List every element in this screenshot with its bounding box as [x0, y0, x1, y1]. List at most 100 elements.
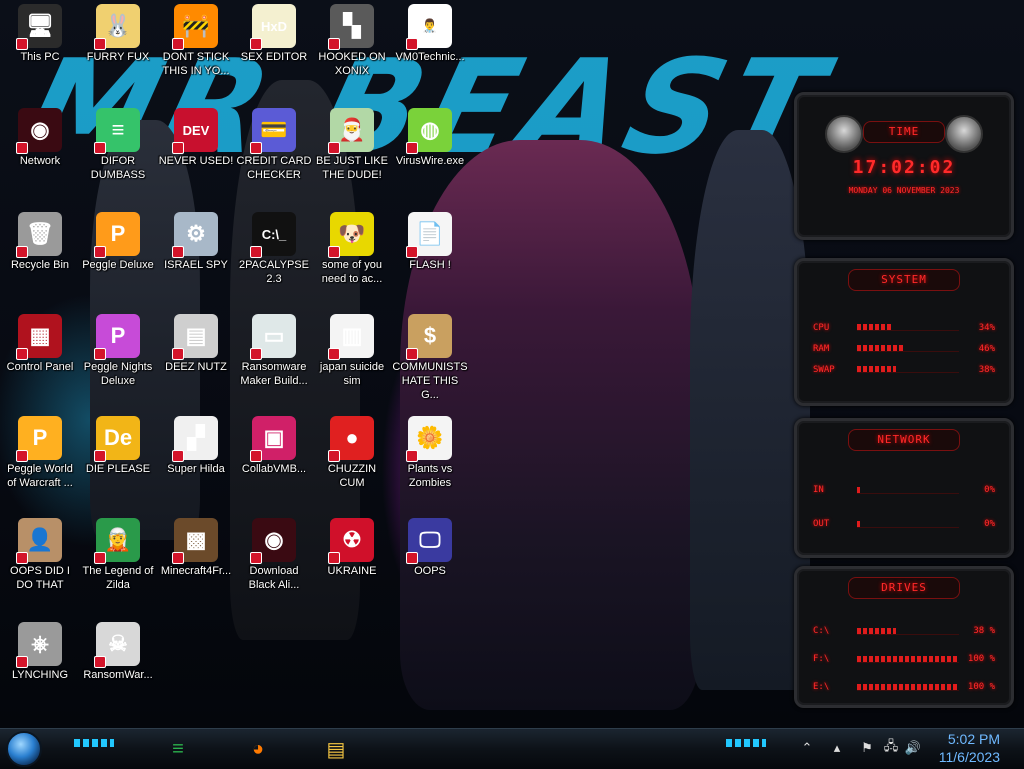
meter-value: 34% [978, 322, 995, 333]
desktop-icon[interactable]: ◉ Network [0, 104, 80, 204]
uac-shield-icon [94, 450, 106, 462]
desktop-icon-label: This PC [20, 51, 60, 63]
desktop-icon-image: C:\_ [250, 212, 296, 258]
uac-shield-icon [328, 142, 340, 154]
start-button[interactable] [6, 731, 42, 767]
taskbar-app-explorer-icon[interactable]: ▤ [318, 732, 354, 766]
desktop-icon-label: LYNCHING [11, 669, 69, 681]
desktop-icon[interactable]: P Peggle Deluxe [78, 208, 158, 308]
desktop-icon[interactable]: 🐰 FURRY FUX [78, 0, 158, 100]
meter-bar [857, 520, 959, 528]
desktop-icon[interactable]: $ COMMUNISTS HATE THIS G... [390, 310, 470, 410]
desktop-icon[interactable]: DEV NEVER USED! [156, 104, 236, 204]
gadget-meter-row: C:\ 38 % [813, 617, 995, 645]
uac-shield-icon [250, 142, 262, 154]
tray-app-tray-icon[interactable]: ▴ [828, 739, 846, 757]
desktop[interactable]: MR BEAST 🖥 This PC 🐰 FURRY FUX 🚧 DONT STICK T… [0, 0, 1024, 728]
desktop-icon-image: P [94, 212, 140, 258]
desktop-icon[interactable]: 👤 OOPS DID I DO THAT [0, 514, 80, 614]
desktop-icon[interactable]: De DIE PLEASE [78, 412, 158, 512]
desktop-icon[interactable]: 📄 FLASH ! [390, 208, 470, 308]
desktop-icon[interactable]: ▭ Ransomware Maker Build... [234, 310, 314, 410]
desktop-icon[interactable]: 🎅 BE JUST LIKE THE DUDE! [312, 104, 392, 204]
desktop-icon[interactable]: ▩ Minecraft4Fr... [156, 514, 236, 614]
meter-value: 46% [978, 343, 995, 354]
meter-value: 0% [984, 519, 995, 529]
uac-shield-icon [250, 38, 262, 50]
taskbar-app-firefox-icon[interactable]: ◕ [240, 732, 276, 766]
gadget-meter-row: CPU 34% [813, 317, 995, 338]
gadget-network-title: NETWORK [848, 429, 960, 451]
taskbar-deco-right [726, 739, 766, 747]
desktop-icon-label: OOPS DID I DO THAT [10, 565, 70, 591]
uac-shield-icon [16, 552, 28, 564]
desktop-icon-label: CollabVMB... [241, 463, 307, 475]
desktop-icon[interactable]: 🗑 Recycle Bin [0, 208, 80, 308]
meter-value: 38% [978, 364, 995, 375]
desktop-icon[interactable]: P Peggle World of Warcraft ... [0, 412, 80, 512]
uac-shield-icon [16, 450, 28, 462]
uac-shield-icon [94, 142, 106, 154]
desktop-icon-image: 📄 [406, 212, 452, 258]
taskbar-app-feedly-icon[interactable]: ≡ [160, 732, 196, 766]
desktop-icon[interactable]: ▚ HOOKED ON XONIX [312, 0, 392, 100]
desktop-icon[interactable]: ◍ VirusWire.exe [390, 104, 470, 204]
uac-shield-icon [94, 656, 106, 668]
desktop-icon[interactable]: 🐶 some of you need to ac... [312, 208, 392, 308]
desktop-icon[interactable]: ▞ Super Hilda [156, 412, 236, 512]
meter-value: 38 % [973, 626, 995, 636]
desktop-icon-image: ◉ [250, 518, 296, 564]
desktop-icon-image: P [94, 314, 140, 360]
uac-shield-icon [406, 552, 418, 564]
desktop-icon[interactable]: 🚧 DONT STICK THIS IN YO... [156, 0, 236, 100]
desktop-icon[interactable]: 🖥 This PC [0, 0, 80, 100]
meter-label: E:\ [813, 682, 830, 692]
meter-fill [857, 655, 959, 662]
desktop-icon[interactable]: ▤ DEEZ NUTZ [156, 310, 236, 410]
tray-security-icon[interactable]: ⚑ [858, 739, 876, 757]
tray-up-arrow-icon[interactable]: ⌃ [798, 739, 816, 757]
desktop-icon[interactable]: ⎈ LYNCHING [0, 618, 80, 718]
meter-bar [857, 324, 959, 331]
desktop-icon[interactable]: ▥ japan suicide sim [312, 310, 392, 410]
desktop-icon[interactable]: ◉ Download Black Ali... [234, 514, 314, 614]
gadget-time-title: TIME [863, 121, 945, 143]
desktop-icon[interactable]: ☠ RansomWar... [78, 618, 158, 718]
desktop-icon[interactable]: ☢ UKRAINE [312, 514, 392, 614]
desktop-icon[interactable]: 🌼 Plants vs Zombies [390, 412, 470, 512]
gadget-meter-row: RAM 46% [813, 338, 995, 359]
uac-shield-icon [94, 38, 106, 50]
desktop-icon[interactable]: 🧝 The Legend of Zilda [78, 514, 158, 614]
desktop-icon-image: ▚ [328, 4, 374, 50]
desktop-icon-label: 2PACALYPSE 2.3 [239, 259, 309, 285]
desktop-icon[interactable]: ▦ Control Panel [0, 310, 80, 410]
meter-bar [857, 627, 959, 635]
desktop-icon[interactable]: C:\_ 2PACALYPSE 2.3 [234, 208, 314, 308]
desktop-icon-image: 💳 [250, 108, 296, 154]
desktop-icon[interactable]: HxD SEX EDITOR [234, 0, 314, 100]
desktop-icon-image: ▭ [250, 314, 296, 360]
meter-label: IN [813, 485, 824, 495]
uac-shield-icon [94, 348, 106, 360]
desktop-icon[interactable]: ▣ CollabVMB... [234, 412, 314, 512]
desktop-icon-label: NEVER USED! [158, 155, 234, 167]
taskbar: ≡ ◕ ▤ ⌃ ▴ ⚑ 🖧 🔊 5:02 PM 11/6/2023 [0, 728, 1024, 769]
tray-network-icon[interactable]: 🖧 [882, 738, 900, 757]
uac-shield-icon [250, 348, 262, 360]
desktop-icon-label: UKRAINE [327, 565, 377, 577]
desktop-icon[interactable]: P Peggle Nights Deluxe [78, 310, 158, 410]
tray-volume-icon[interactable]: 🔊 [904, 739, 922, 757]
desktop-icon[interactable]: 👨‍⚕️ VM0Technic... [390, 0, 470, 100]
uac-shield-icon [250, 552, 262, 564]
gadget-system-panel: SYSTEM CPU 34% RAM 46% SWAP 38% [794, 258, 1014, 406]
desktop-icon[interactable]: ≡ DIFOR DUMBASS [78, 104, 158, 204]
desktop-icon-image: ◉ [16, 108, 62, 154]
desktop-icon-label: FLASH ! [409, 259, 451, 271]
desktop-icon-label: Recycle Bin [10, 259, 70, 271]
desktop-icon[interactable]: ● CHUZZIN CUM [312, 412, 392, 512]
meter-bar [857, 655, 959, 663]
desktop-icon[interactable]: 💳 CREDIT CARD CHECKER [234, 104, 314, 204]
desktop-icon[interactable]: 🖵 OOPS [390, 514, 470, 614]
desktop-icon[interactable]: ⚙ ISRAEL SPY [156, 208, 236, 308]
wallpaper-figure-right [690, 130, 810, 690]
